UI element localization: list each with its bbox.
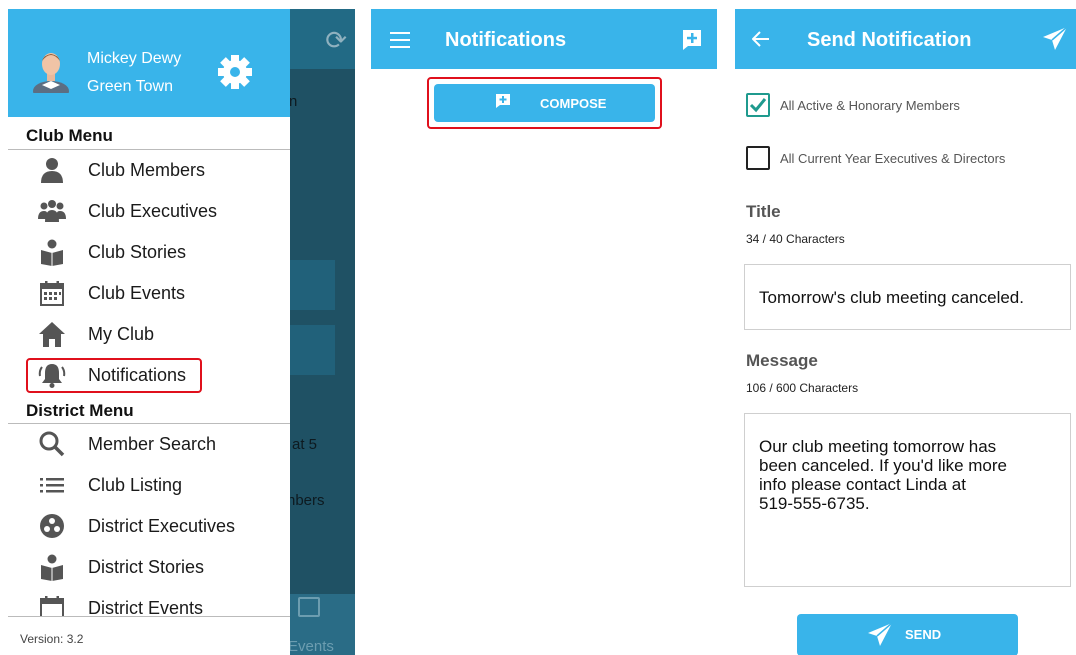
send-button[interactable]: SEND (797, 614, 1018, 655)
page-title: Notifications (445, 29, 567, 51)
menu-item-label: District Events (88, 598, 204, 616)
compose-highlight-box: COMPOSE (427, 77, 662, 129)
gear-icon[interactable] (215, 52, 255, 92)
background-text: nbers (287, 492, 325, 509)
background-app-dimmed: ⟳ n at 5 nbers Events (287, 9, 355, 655)
district-menu-title: District Menu (26, 401, 134, 420)
menu-item-club-executives[interactable]: Club Executives (8, 193, 290, 231)
user-name: Mickey Dewy (87, 50, 182, 67)
menu-item-club-events[interactable]: Club Events (8, 275, 290, 313)
navigation-drawer-screen: ⟳ n at 5 nbers Events Mickey Dewy Green … (8, 9, 355, 655)
menu-item-label: Club Events (88, 283, 186, 303)
list-icon (40, 478, 64, 493)
calendar-icon (40, 281, 64, 306)
background-text: n (289, 93, 298, 110)
menu-item-member-search[interactable]: Member Search (8, 426, 290, 464)
notifications-screen: Notifications COMPOSE (371, 9, 717, 655)
send-notification-screen: Send Notification All Active & Honorary … (735, 9, 1076, 655)
menu-item-district-stories[interactable]: District Stories (8, 549, 290, 587)
background-events-tab: Events (288, 638, 334, 655)
title-char-count: 34 / 40 Characters (746, 232, 845, 246)
recipient-label: All Current Year Executives & Directors (780, 151, 1006, 166)
drawer-header: Mickey Dewy Green Town (8, 9, 290, 117)
reader-icon (41, 554, 63, 581)
add-box-icon (496, 94, 510, 108)
send-icon[interactable] (1042, 26, 1068, 52)
background-card (290, 260, 335, 310)
refresh-icon: ⟳ (325, 25, 347, 55)
menu-item-district-events[interactable]: District Events (8, 590, 290, 616)
menu-item-label: District Executives (88, 516, 236, 536)
message-line: Our club meeting tomorrow has (759, 437, 997, 456)
compose-button[interactable]: COMPOSE (434, 84, 655, 122)
version-text: Version: 3.2 (20, 632, 84, 646)
background-card (290, 325, 335, 375)
avatar[interactable] (32, 47, 70, 93)
home-icon (39, 322, 65, 347)
menu-item-my-club[interactable]: My Club (8, 316, 290, 354)
menu-item-label: District Stories (88, 557, 205, 577)
check-icon (749, 98, 767, 113)
divider (8, 423, 290, 424)
menu-item-label: Club Listing (88, 475, 183, 495)
title-input[interactable]: Tomorrow's club meeting canceled. (744, 264, 1071, 330)
recipient-checkbox-members[interactable] (746, 93, 770, 117)
message-input[interactable]: Our club meeting tomorrow has been cance… (744, 413, 1071, 587)
send-label: SEND (905, 627, 942, 642)
menu-item-label: My Club (88, 324, 155, 344)
search-icon (39, 431, 65, 457)
person-icon (41, 158, 63, 183)
message-label: Message (746, 351, 818, 370)
menu-item-label: Member Search (88, 434, 217, 454)
app-bar: Notifications (371, 9, 717, 69)
reader-icon (41, 239, 63, 266)
back-arrow-icon[interactable] (752, 31, 770, 47)
recipient-checkbox-executives[interactable] (746, 146, 770, 170)
menu-item-label: Club Executives (88, 201, 218, 221)
menu-item-label: Club Members (88, 160, 206, 180)
menu-item-district-executives[interactable]: District Executives (8, 508, 290, 546)
calendar-icon (40, 596, 64, 616)
message-line: been canceled. If you'd like more (759, 456, 1008, 475)
recipient-label: All Active & Honorary Members (780, 98, 960, 113)
menu-item-club-listing[interactable]: Club Listing (8, 467, 290, 505)
background-text: at 5 (292, 436, 318, 453)
title-input-value: Tomorrow's club meeting canceled. (759, 288, 1024, 307)
menu-item-label: Club Stories (88, 242, 187, 262)
divider (8, 616, 290, 617)
calendar-icon (298, 597, 320, 617)
compose-label: COMPOSE (540, 96, 607, 111)
notifications-highlight-box (26, 358, 202, 393)
message-line: 519-555-6735. (759, 494, 870, 513)
message-line: info please contact Linda at (759, 475, 966, 494)
add-box-icon[interactable] (681, 29, 703, 51)
send-icon (868, 622, 893, 646)
hamburger-menu-icon[interactable] (390, 32, 410, 48)
menu-item-club-stories[interactable]: Club Stories (8, 234, 290, 272)
page-title: Send Notification (807, 29, 972, 51)
drawer: Mickey Dewy Green Town Club Menu Club Me… (8, 9, 290, 655)
club-menu-title: Club Menu (26, 126, 113, 145)
district-group-icon (40, 514, 64, 538)
group-icon (38, 200, 66, 222)
divider (8, 149, 290, 150)
message-char-count: 106 / 600 Characters (746, 381, 859, 395)
app-bar: Send Notification (735, 9, 1076, 69)
menu-item-club-members[interactable]: Club Members (8, 152, 290, 190)
user-town: Green Town (87, 78, 173, 95)
title-label: Title (746, 202, 781, 221)
